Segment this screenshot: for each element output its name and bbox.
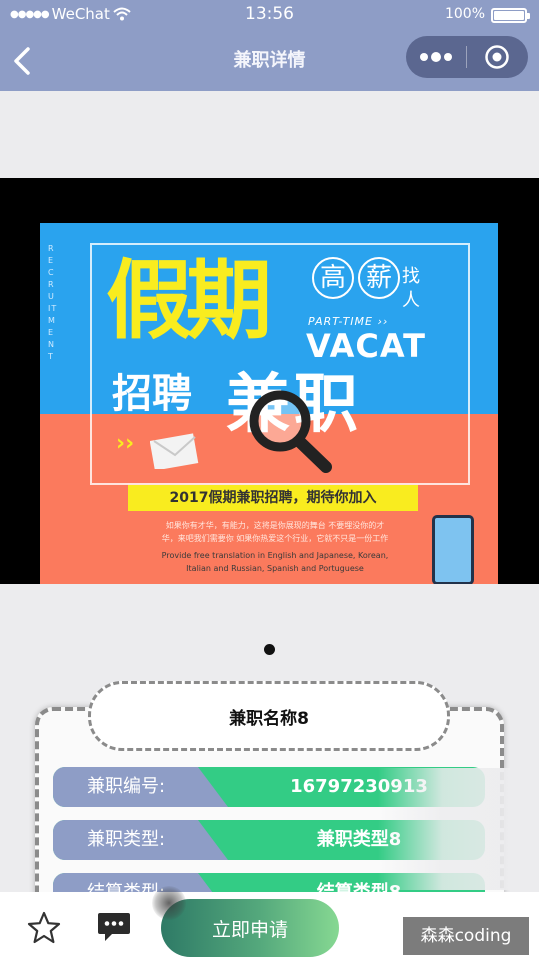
- more-button[interactable]: [406, 36, 466, 78]
- favorite-button[interactable]: [26, 910, 62, 946]
- target-circle-icon: [485, 45, 509, 69]
- apply-button[interactable]: 立即申请: [161, 899, 339, 957]
- watermark: 森森coding: [403, 917, 529, 955]
- banner-poster: RECRUITMENT 假期 高 薪 找人 PART-TIME ›› VACAT…: [40, 223, 498, 584]
- chat-button[interactable]: [96, 910, 132, 944]
- battery-percent: 100%: [444, 6, 485, 22]
- battery-icon: [491, 8, 530, 23]
- poster-description: 如果你有才华，有能力，这将是你展现的舞台 不要埋没你的才华，来吧我们需要你 如果…: [161, 521, 389, 543]
- detail-label: 兼职编号:: [53, 767, 228, 807]
- touch-indicator: [152, 886, 186, 920]
- poster-slogan: 2017假期兼职招聘，期待你加入: [128, 485, 418, 511]
- star-outline-icon: [27, 911, 61, 944]
- phone-icon: [432, 515, 474, 584]
- banner-indicator-dot[interactable]: [264, 644, 275, 655]
- poster-headline: 假期: [106, 251, 272, 351]
- poster-vertical-text: RECRUITMENT: [48, 244, 58, 361]
- poster-arrows: ››: [116, 431, 135, 456]
- scroll-fade-overlay: [378, 768, 539, 890]
- chat-bubble-icon: [98, 913, 130, 941]
- job-name: 兼职名称8: [88, 681, 450, 751]
- top-bar: ●●●●● WeChat 13:56 100% 兼职详情: [0, 0, 539, 91]
- miniprogram-capsule: [406, 36, 528, 78]
- magnifier-icon: [249, 390, 332, 473]
- envelope-icon: [150, 433, 199, 469]
- poster-english-text: Provide free translation in English and …: [161, 551, 389, 573]
- poster-badge-salary: 薪: [358, 257, 400, 299]
- poster-badge-high: 高: [312, 257, 354, 299]
- detail-label: 兼职类型:: [53, 820, 228, 860]
- poster-find-text: 找人: [402, 266, 420, 311]
- poster-hire-text: 招聘: [112, 371, 192, 417]
- poster-small-text: 如果你有才华，有能力，这将是你展现的舞台 不要埋没你的才华，来吧我们需要你 如果…: [160, 519, 390, 575]
- close-miniprogram-button[interactable]: [467, 36, 527, 78]
- job-banner[interactable]: RECRUITMENT 假期 高 薪 找人 PART-TIME ›› VACAT…: [0, 178, 539, 584]
- status-bar: ●●●●● WeChat 13:56 100%: [0, 0, 539, 30]
- more-dots-icon: [420, 52, 452, 62]
